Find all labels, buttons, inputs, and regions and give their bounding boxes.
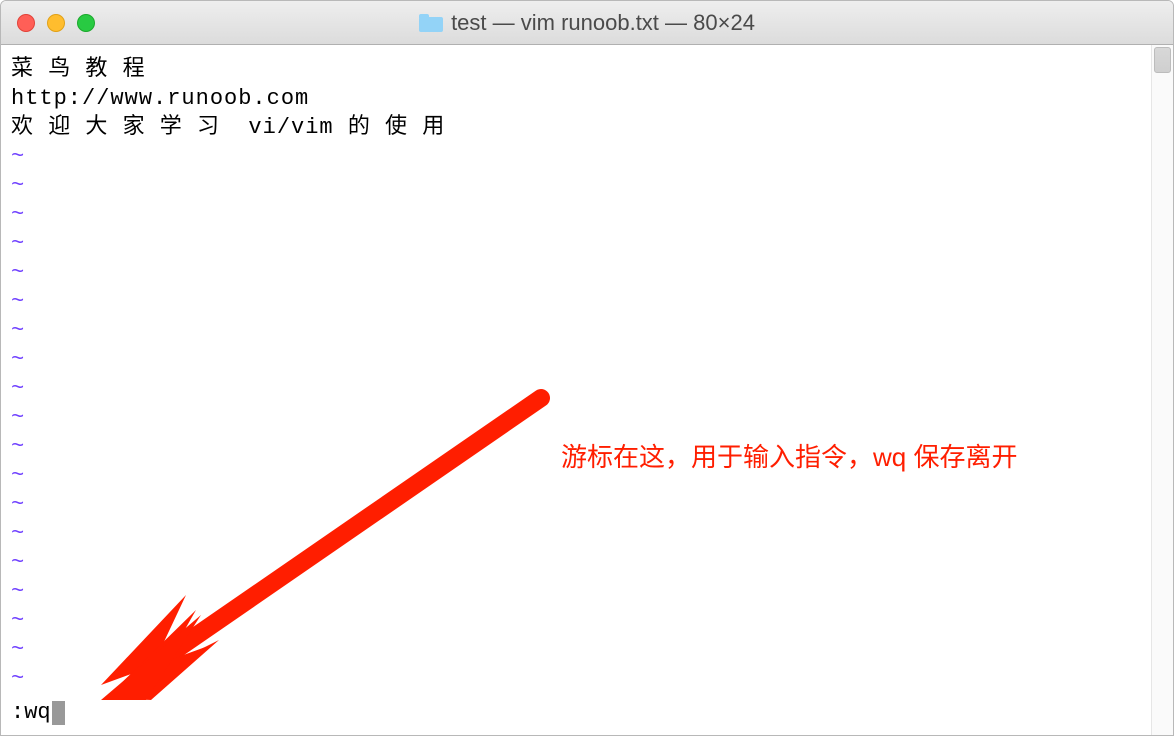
tilde-line: ~ xyxy=(11,316,1145,345)
tilde-line: ~ xyxy=(11,577,1145,606)
close-button[interactable] xyxy=(17,14,35,32)
scrollbar-thumb[interactable] xyxy=(1154,47,1171,73)
window-titlebar: test — vim runoob.txt — 80×24 xyxy=(1,1,1173,45)
tilde-line: ~ xyxy=(11,548,1145,577)
tilde-line: ~ xyxy=(11,171,1145,200)
tilde-line: ~ xyxy=(11,519,1145,548)
tilde-line: ~ xyxy=(11,200,1145,229)
terminal-body: 菜 鸟 教 程 http://www.runoob.com 欢 迎 大 家 学 … xyxy=(1,45,1173,735)
terminal-content[interactable]: 菜 鸟 教 程 http://www.runoob.com 欢 迎 大 家 学 … xyxy=(1,45,1151,735)
tilde-line: ~ xyxy=(11,606,1145,635)
tilde-line: ~ xyxy=(11,287,1145,316)
window-title-wrap: test — vim runoob.txt — 80×24 xyxy=(1,10,1173,36)
command-text: :wq xyxy=(11,698,51,727)
cursor xyxy=(52,701,65,725)
tilde-line: ~ xyxy=(11,403,1145,432)
file-line: 菜 鸟 教 程 xyxy=(11,55,1145,84)
minimize-button[interactable] xyxy=(47,14,65,32)
tilde-line: ~ xyxy=(11,258,1145,287)
scrollbar-track[interactable] xyxy=(1151,45,1173,735)
tilde-line: ~ xyxy=(11,490,1145,519)
tilde-line: ~ xyxy=(11,229,1145,258)
tilde-line: ~ xyxy=(11,374,1145,403)
tilde-line: ~ xyxy=(11,345,1145,374)
file-line: 欢 迎 大 家 学 习 vi/vim 的 使 用 xyxy=(11,113,1145,142)
traffic-lights xyxy=(17,14,95,32)
file-content: 菜 鸟 教 程 http://www.runoob.com 欢 迎 大 家 学 … xyxy=(11,55,1145,142)
tilde-line: ~ xyxy=(11,664,1145,693)
terminal-window: test — vim runoob.txt — 80×24 菜 鸟 教 程 ht… xyxy=(0,0,1174,736)
empty-lines: ~~~~~~~~~~~~~~~~~~~ xyxy=(11,142,1145,698)
annotation-text: 游标在这，用于输入指令，wq 保存离开 xyxy=(561,443,1017,472)
tilde-line: ~ xyxy=(11,635,1145,664)
command-line[interactable]: :wq xyxy=(11,698,1145,731)
file-line: http://www.runoob.com xyxy=(11,84,1145,113)
window-title: test — vim runoob.txt — 80×24 xyxy=(451,10,755,36)
folder-icon xyxy=(419,14,443,32)
tilde-line: ~ xyxy=(11,142,1145,171)
maximize-button[interactable] xyxy=(77,14,95,32)
